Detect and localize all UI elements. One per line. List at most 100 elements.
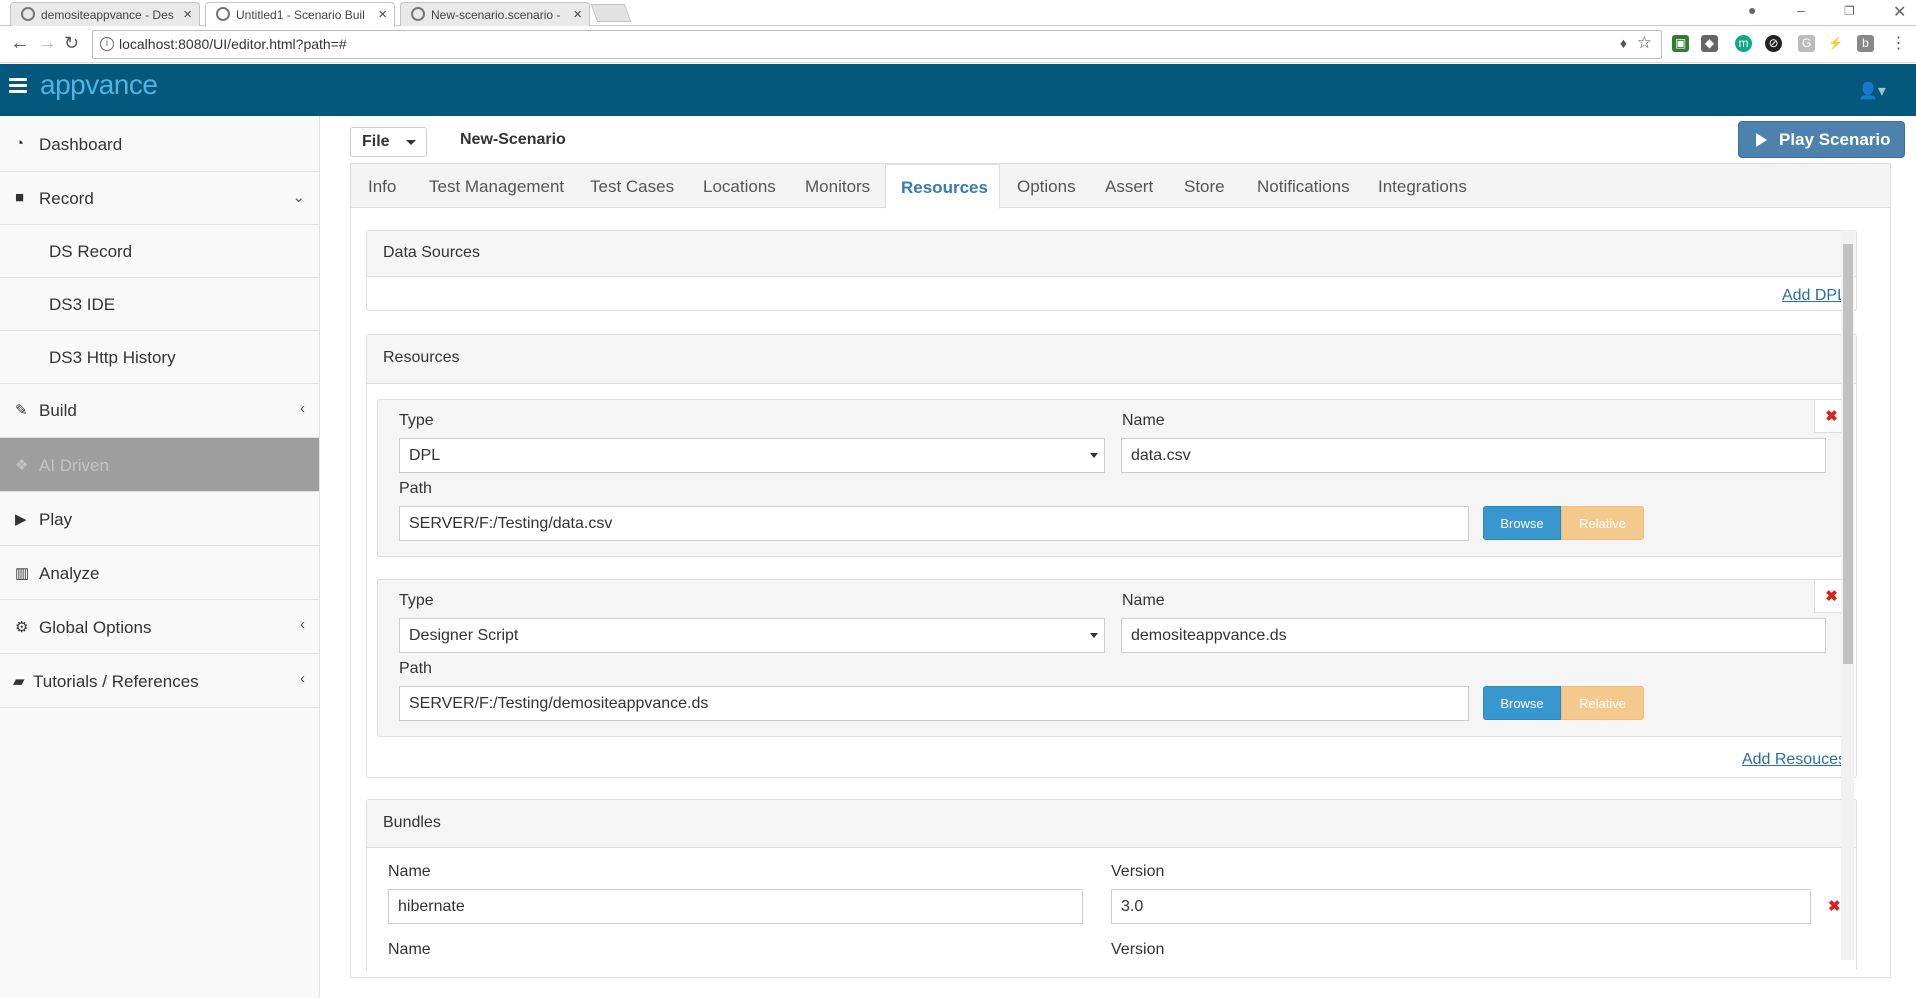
bundles-card: Bundles Name Version hibernate 3.0 ✖ Nam…	[366, 799, 1857, 970]
resource-item: Type Name ✖ DPL data.csv Path SERVER/F:/…	[377, 399, 1849, 557]
hamburger-icon[interactable]	[9, 78, 27, 94]
tab-test-management[interactable]: Test Management	[429, 164, 564, 208]
path-input[interactable]: SERVER/F:/Testing/data.csv	[399, 506, 1469, 541]
tab-assert[interactable]: Assert	[1105, 164, 1153, 208]
browser-tab[interactable]: New-scenario.scenario - ×	[400, 2, 590, 26]
tab-resources[interactable]: Resources	[885, 164, 1000, 209]
sidebar-item-ds3-http-history[interactable]: DS3 Http History	[0, 331, 319, 384]
reload-icon[interactable]: ↻	[64, 33, 79, 54]
card-title: Bundles	[367, 800, 1856, 848]
back-icon[interactable]: ←	[10, 32, 30, 55]
browser-tab-strip: demositeappvance - Des × Untitled1 - Sce…	[0, 0, 1916, 27]
key-icon[interactable]: ♦	[1620, 35, 1627, 51]
sidebar-item-ai-driven[interactable]: ❖ AI Driven	[0, 438, 319, 492]
forward-icon[interactable]: →	[37, 32, 57, 55]
resource-item: Type Name ✖ Designer Script demositeappv…	[377, 579, 1849, 737]
chevron-left-icon: ‹	[300, 670, 305, 687]
tab-locations[interactable]: Locations	[703, 164, 776, 208]
profile-icon[interactable]: ●	[1748, 2, 1756, 18]
url-input[interactable]: i localhost:8080/UI/editor.html?path=# ♦…	[92, 30, 1662, 59]
tab-store[interactable]: Store	[1184, 164, 1225, 208]
bundle-name-input[interactable]: hibernate	[388, 889, 1083, 924]
sidebar-item-analyze[interactable]: ▥ Analyze	[0, 546, 319, 600]
extension-icon[interactable]: ⊘	[1765, 35, 1782, 52]
tab-options[interactable]: Options	[1017, 164, 1076, 208]
caret-down-icon	[1090, 633, 1098, 638]
tab-integrations[interactable]: Integrations	[1378, 164, 1467, 208]
editor-panel: Info Test Management Test Cases Location…	[350, 163, 1891, 978]
bundle-version-input[interactable]: 3.0	[1111, 889, 1811, 924]
sidebar-item-dashboard[interactable]: ◔ Dashboard	[0, 116, 319, 172]
close-window-icon[interactable]: ✕	[1893, 2, 1906, 22]
close-icon[interactable]: ×	[183, 6, 192, 23]
tab-monitors[interactable]: Monitors	[805, 164, 870, 208]
type-select[interactable]: DPL	[399, 438, 1105, 473]
path-input[interactable]: SERVER/F:/Testing/demositeappvance.ds	[399, 686, 1469, 721]
type-select[interactable]: Designer Script	[399, 618, 1105, 653]
chevron-down-icon: ⌄	[292, 189, 305, 206]
star-icon[interactable]: ☆	[1637, 33, 1652, 53]
sidebar-item-ds-record[interactable]: DS Record	[0, 225, 319, 278]
sidebar-item-play[interactable]: ▶ Play	[0, 492, 319, 546]
tab-notifications[interactable]: Notifications	[1257, 164, 1350, 208]
name-input[interactable]: demositeappvance.ds	[1121, 618, 1826, 653]
close-icon[interactable]: ×	[573, 6, 582, 23]
add-resources-link[interactable]: Add Resouces	[1742, 751, 1846, 769]
cogs-icon: ⚙	[15, 619, 29, 636]
play-scenario-button[interactable]: Play Scenario	[1738, 121, 1905, 158]
info-icon[interactable]: i	[100, 37, 114, 51]
relative-button[interactable]: Relative	[1561, 506, 1644, 540]
bundle-version-label: Version	[1111, 941, 1165, 958]
relative-button[interactable]: Relative	[1561, 686, 1644, 720]
play-icon: ▶	[15, 511, 27, 528]
data-sources-card: Data Sources Add DPL	[366, 230, 1857, 311]
extension-icon[interactable]: ⚡	[1827, 35, 1844, 52]
app-header: appvance 👤▾	[0, 64, 1916, 116]
extension-icon[interactable]: ◆	[1701, 35, 1718, 52]
extension-icon[interactable]: ▣	[1672, 35, 1689, 52]
delete-icon[interactable]: ✖	[1828, 897, 1841, 915]
video-camera-icon: ■	[15, 189, 25, 206]
page-icon	[411, 7, 425, 21]
tab-info[interactable]: Info	[368, 164, 396, 208]
sidebar-item-record[interactable]: ■ Record ⌄	[0, 172, 319, 225]
type-label: Type	[399, 412, 434, 429]
name-label: Name	[1122, 592, 1165, 609]
extension-icon[interactable]: G	[1798, 35, 1815, 52]
bundle-name-label: Name	[388, 941, 431, 958]
page-icon	[216, 7, 230, 21]
cubes-icon: ❖	[15, 457, 29, 474]
editor-tabs: Info Test Management Test Cases Location…	[351, 164, 1890, 209]
user-icon[interactable]: 👤▾	[1858, 81, 1886, 101]
page-icon	[21, 7, 35, 21]
file-menu-button[interactable]: File	[350, 127, 427, 157]
browser-tab-active[interactable]: Untitled1 - Scenario Buil ×	[205, 2, 395, 27]
card-title: Data Sources	[367, 231, 1856, 277]
name-input[interactable]: data.csv	[1121, 438, 1826, 473]
sidebar-item-build[interactable]: ✎ Build ‹	[0, 384, 319, 438]
browser-tab[interactable]: demositeappvance - Des ×	[10, 2, 200, 26]
sidebar-item-ds3-ide[interactable]: DS3 IDE	[0, 278, 319, 331]
menu-icon[interactable]: ⋮	[1890, 35, 1907, 52]
restore-icon[interactable]: ❐	[1844, 4, 1855, 18]
tab-test-cases[interactable]: Test Cases	[590, 164, 674, 208]
browse-button[interactable]: Browse	[1483, 686, 1561, 720]
bundle-version-label: Version	[1111, 863, 1165, 880]
resources-content: Data Sources Add DPL Resources Type Name…	[366, 230, 1866, 970]
book-icon: ▰	[13, 673, 25, 690]
app-logo: appvance	[40, 69, 158, 100]
content-scrollbar[interactable]	[1841, 230, 1854, 960]
browse-button[interactable]: Browse	[1483, 506, 1561, 540]
card-title: Resources	[367, 335, 1856, 384]
add-dpl-link[interactable]: Add DPL	[1782, 287, 1846, 305]
new-tab-button[interactable]	[590, 4, 632, 22]
name-label: Name	[1122, 412, 1165, 429]
extension-icon[interactable]: m	[1735, 35, 1752, 52]
close-icon[interactable]: ×	[378, 6, 387, 23]
path-label: Path	[399, 660, 432, 677]
extension-icon[interactable]: b	[1857, 35, 1874, 52]
minimize-icon[interactable]: –	[1797, 2, 1805, 18]
sidebar-item-tutorials[interactable]: ▰ Tutorials / References ‹	[0, 654, 319, 708]
sidebar-item-global-options[interactable]: ⚙ Global Options ‹	[0, 600, 319, 654]
scrollbar-thumb[interactable]	[1843, 244, 1853, 664]
